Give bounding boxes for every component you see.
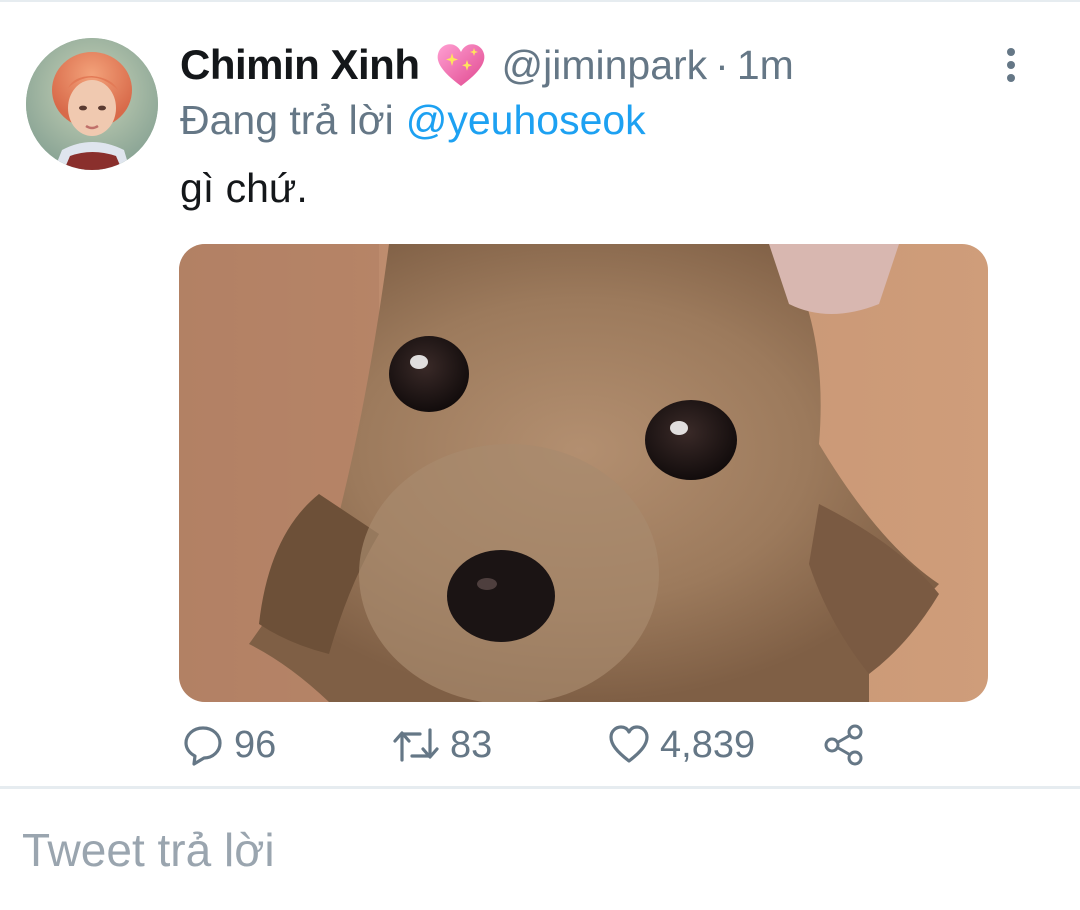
heart-icon — [609, 725, 649, 763]
header-separator: · — [715, 41, 729, 88]
avatar-image — [26, 38, 158, 170]
tweet[interactable]: Chimin Xinh @jiminpark · 1m Đang trả lời… — [0, 0, 1080, 788]
tweet-header: Chimin Xinh @jiminpark · 1m — [180, 40, 794, 90]
chihuahua-photo — [179, 244, 988, 702]
reply-count: 96 — [234, 723, 277, 766]
author-display-name[interactable]: Chimin Xinh — [180, 41, 420, 89]
tweet-timestamp[interactable]: 1m — [737, 42, 794, 89]
replying-to-line: Đang trả lời @yeuhoseok — [180, 95, 646, 145]
replying-to-label: Đang trả lời — [180, 96, 394, 143]
like-count: 4,839 — [660, 723, 756, 766]
reply-icon — [184, 726, 222, 766]
author-handle[interactable]: @jiminpark — [502, 42, 708, 89]
more-options-icon[interactable] — [990, 44, 1032, 86]
share-icon — [824, 724, 863, 766]
tweet-media-image[interactable] — [179, 244, 988, 702]
retweet-action-button[interactable]: 83 — [392, 722, 492, 768]
tweet-text: gì chứ. — [180, 165, 308, 211]
retweet-icon — [393, 728, 439, 762]
sparkling-heart-icon — [434, 40, 488, 90]
share-action-button[interactable] — [822, 722, 866, 768]
retweet-count: 83 — [450, 723, 493, 766]
like-action-button[interactable]: 4,839 — [608, 722, 755, 768]
reply-tweet-input[interactable] — [0, 789, 1080, 910]
reply-action-button[interactable]: 96 — [182, 722, 276, 768]
avatar[interactable] — [26, 38, 158, 170]
reply-mention-link[interactable]: @yeuhoseok — [406, 97, 646, 144]
